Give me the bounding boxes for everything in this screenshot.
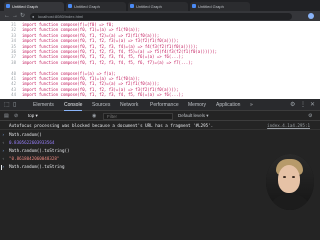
lock-icon: ●: [32, 13, 35, 19]
devtools-tab-bar: ⬚ ▯ Elements Console Sources Network Per…: [0, 99, 320, 111]
result-arrow-icon: ‹: [2, 140, 5, 145]
page-favicon-icon: [130, 4, 134, 8]
code-viewer: 31 import function compose(f)=(f0) => f0;…: [0, 21, 320, 99]
profile-avatar[interactable]: [308, 13, 314, 19]
page-favicon-icon: [68, 4, 72, 8]
prompt-chevron-icon: ›: [2, 164, 5, 169]
browser-toolbar: ← → ↻ ● localhost:8080/index.html: [0, 11, 320, 21]
code-line: 44 import function compose(f0, f1, f2, f3…: [0, 92, 320, 97]
sidebar-toggle-icon[interactable]: ▤: [4, 112, 9, 120]
message-text: Autofocus processing was blocked because…: [9, 123, 214, 128]
browser-tab[interactable]: Untitled Graph: [4, 2, 64, 11]
browser-tab[interactable]: Untitled Graph: [190, 2, 250, 11]
webcam-overlay: [266, 154, 314, 210]
page-favicon-icon: [6, 4, 10, 8]
line-number: 44: [11, 92, 16, 98]
more-tabs-button[interactable]: »: [250, 99, 253, 111]
page-favicon-icon: [192, 4, 196, 8]
tab-console[interactable]: Console: [64, 99, 83, 111]
eye-icon[interactable]: ◉: [92, 112, 96, 120]
prompt-chevron-icon: ›: [2, 132, 5, 137]
message-text: Math.random().toString(): [9, 148, 70, 153]
browser-tab[interactable]: Untitled Graph: [128, 2, 188, 11]
presenter-eye: [292, 176, 295, 178]
settings-gear-icon[interactable]: ⚙: [290, 101, 295, 109]
console-input: › Math.random(): [0, 131, 320, 139]
close-icon[interactable]: ✕: [310, 101, 315, 109]
result-arrow-icon: ‹: [2, 156, 5, 161]
message-text: Math.random(): [9, 132, 42, 137]
tab-application[interactable]: Application: [216, 99, 240, 111]
prompt-chevron-icon: ›: [2, 148, 5, 153]
message-text: "0.8618042060048328": [9, 156, 60, 161]
browser-tab[interactable]: Untitled Graph: [66, 2, 126, 11]
inspect-element-icon[interactable]: ⬚: [4, 101, 10, 109]
forward-icon[interactable]: →: [12, 12, 18, 20]
presenter-face: [278, 165, 300, 193]
console-settings-gear-icon[interactable]: ⚙: [308, 112, 312, 120]
device-toolbar-icon[interactable]: ▯: [13, 101, 16, 109]
presenter-eye: [283, 176, 286, 178]
code-text: import function compose(f0, f1, f2, f3, …: [22, 92, 184, 98]
context-selector[interactable]: top ▾: [28, 112, 38, 120]
address-bar[interactable]: ● localhost:8080/index.html: [30, 12, 292, 20]
message-text: 0.8305622603933564: [9, 140, 55, 145]
tab-sources[interactable]: Sources: [92, 99, 110, 111]
tab-performance[interactable]: Performance: [150, 99, 179, 111]
console-result: ‹ 0.8305622603933564: [0, 139, 320, 147]
filter-input[interactable]: [103, 112, 173, 120]
clear-console-icon[interactable]: ⊘: [14, 112, 18, 120]
message-text: Math.random().toString: [9, 164, 65, 169]
tab-memory[interactable]: Memory: [188, 99, 206, 111]
reload-icon[interactable]: ↻: [20, 12, 25, 20]
source-link[interactable]: index.4.1a4.295:1: [267, 122, 310, 130]
back-icon[interactable]: ←: [4, 12, 10, 20]
tab-network[interactable]: Network: [120, 99, 138, 111]
log-levels-dropdown[interactable]: Default levels ▾: [178, 112, 209, 120]
console-toolbar: ▤ ⊘ top ▾ ◉ Default levels ▾ ⚙: [0, 111, 320, 121]
browser-tab-strip: Untitled Graph Untitled Graph Untitled G…: [0, 0, 320, 11]
tab-elements[interactable]: Elements: [33, 99, 54, 111]
console-info-message: Autofocus processing was blocked because…: [0, 122, 320, 130]
more-options-icon[interactable]: ⋮: [300, 101, 306, 109]
